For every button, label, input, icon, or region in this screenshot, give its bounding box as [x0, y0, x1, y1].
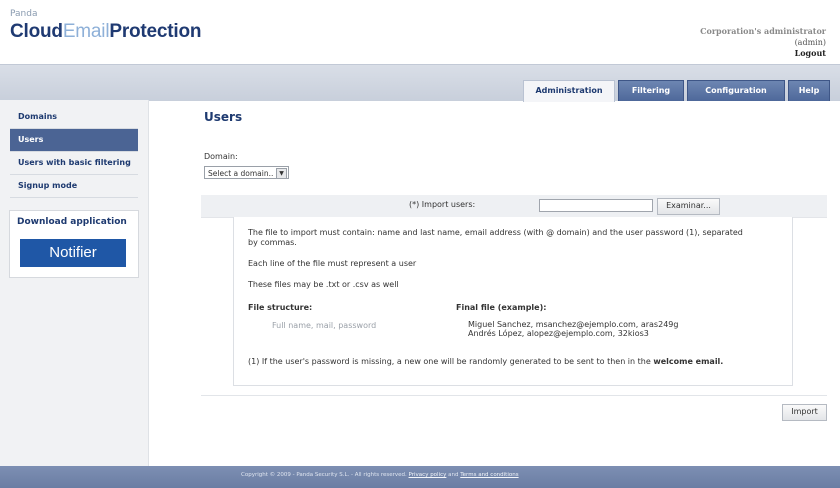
- sidebar-item-users[interactable]: Users: [10, 129, 138, 152]
- user-role: (admin): [794, 38, 826, 47]
- tab-filtering[interactable]: Filtering: [618, 80, 684, 101]
- domain-label: Domain:: [204, 152, 238, 161]
- tab-configuration[interactable]: Configuration: [687, 80, 785, 101]
- footer-copyright-text: Copyright © 2009 - Panda Security S.L. -…: [241, 472, 407, 478]
- welcome-email-label: welcome email.: [653, 357, 724, 366]
- brand-part-cloud: Cloud: [10, 21, 63, 42]
- footer-and-text: and: [448, 472, 459, 478]
- brand-logo[interactable]: CloudEmailProtection: [10, 21, 201, 43]
- example-line-2: Andrés López, alopez@ejemplo.com, 32kios…: [468, 329, 649, 338]
- domain-select[interactable]: Select a domain.. ▼: [204, 166, 289, 179]
- footer-copyright: Copyright © 2009 - Panda Security S.L. -…: [241, 472, 519, 478]
- sidebar: Domains Users Users with basic filtering…: [0, 100, 149, 466]
- footer: Copyright © 2009 - Panda Security S.L. -…: [0, 466, 840, 488]
- page-title: Users: [204, 110, 243, 124]
- password-note: (1) If the user's password is missing, a…: [248, 357, 723, 367]
- file-structure-value: Full name, mail, password: [272, 321, 377, 330]
- info-line-2: Each line of the file must represent a u…: [248, 259, 417, 268]
- header: Panda CloudEmailProtection Corporation's…: [0, 0, 840, 64]
- notifier-download-button[interactable]: Notifier: [20, 239, 126, 267]
- brand-part-email: Email: [62, 21, 110, 42]
- main-content: Users Domain: Select a domain.. ▼ (*) Im…: [149, 100, 840, 466]
- tab-help[interactable]: Help: [788, 80, 830, 101]
- privacy-policy-link[interactable]: Privacy policy: [409, 472, 447, 478]
- final-file-heading: Final file (example):: [456, 303, 547, 312]
- terms-link[interactable]: Terms and conditions: [460, 472, 518, 478]
- import-users-label: (*) Import users:: [409, 200, 476, 209]
- import-bar: (*) Import users: Examinar...: [201, 195, 827, 218]
- brand-small-label: Panda: [10, 9, 38, 19]
- example-line-1: Miguel Sanchez, msanchez@ejemplo.com, ar…: [468, 320, 679, 329]
- logout-link[interactable]: Logout: [700, 48, 826, 59]
- import-info-box: The file to import must contain: name an…: [233, 217, 793, 386]
- content-divider: [201, 395, 827, 396]
- browse-button[interactable]: Examinar...: [657, 198, 720, 215]
- import-file-input[interactable]: [539, 199, 653, 212]
- sidebar-item-signup-mode[interactable]: Signup mode: [10, 175, 138, 198]
- user-name: Corporation's administrator: [700, 26, 826, 36]
- tab-administration[interactable]: Administration: [523, 80, 615, 102]
- sidebar-item-domains[interactable]: Domains: [10, 106, 138, 129]
- info-line-3: These files may be .txt or .csv as well: [248, 280, 399, 289]
- info-line-1: The file to import must contain: name an…: [248, 228, 743, 237]
- domain-select-value: Select a domain..: [208, 169, 274, 178]
- file-structure-heading: File structure:: [248, 303, 313, 312]
- chevron-down-icon[interactable]: ▼: [276, 168, 287, 179]
- download-application-title: Download application: [17, 217, 127, 227]
- user-info: Corporation's administrator (admin) Logo…: [700, 26, 826, 59]
- sidebar-item-users-basic-filtering[interactable]: Users with basic filtering: [10, 152, 138, 175]
- password-note-text: (1) If the user's password is missing, a…: [248, 357, 654, 366]
- brand-part-protection: Protection: [109, 21, 202, 42]
- info-line-1b: by commas.: [248, 238, 297, 247]
- download-application-box: Download application Notifier: [9, 210, 139, 278]
- main-tabs: Administration Filtering Configuration H…: [523, 80, 830, 102]
- import-button[interactable]: Import: [782, 404, 827, 421]
